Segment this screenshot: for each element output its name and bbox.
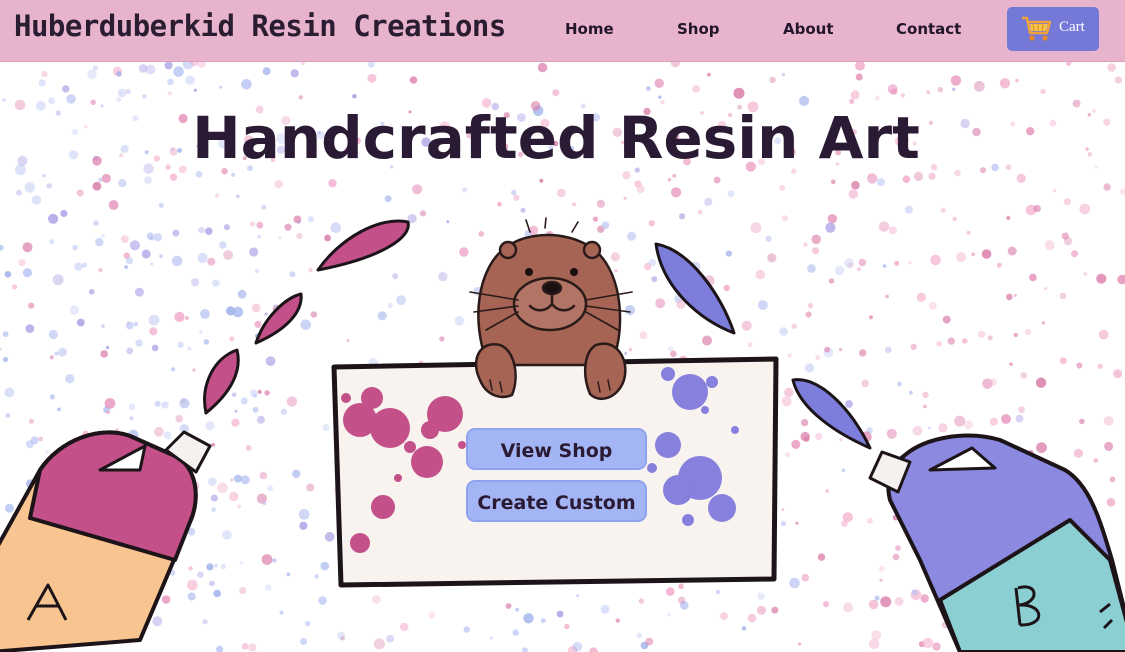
sign-board xyxy=(331,356,779,588)
resin-bottle-a xyxy=(0,430,212,652)
nav-link-about[interactable]: About xyxy=(783,20,834,38)
top-navigation-bar: Huberduberkid Resin Creations Home Shop … xyxy=(0,0,1125,62)
create-custom-button[interactable]: Create Custom xyxy=(466,480,647,522)
cart-label: Cart xyxy=(1059,19,1085,35)
hero-illustration xyxy=(0,217,1125,652)
nav-link-contact[interactable]: Contact xyxy=(896,20,961,38)
view-shop-button[interactable]: View Shop xyxy=(466,428,647,470)
resin-bottle-b xyxy=(868,433,1125,652)
nav-link-shop[interactable]: Shop xyxy=(677,20,720,38)
cart-button[interactable]: Cart xyxy=(1007,7,1099,51)
hero-title: Handcrafted Resin Art xyxy=(192,104,920,172)
brand-logo-text[interactable]: Huberduberkid Resin Creations xyxy=(14,9,506,43)
nav-link-home[interactable]: Home xyxy=(565,20,614,38)
shopping-cart-icon xyxy=(1022,16,1052,41)
